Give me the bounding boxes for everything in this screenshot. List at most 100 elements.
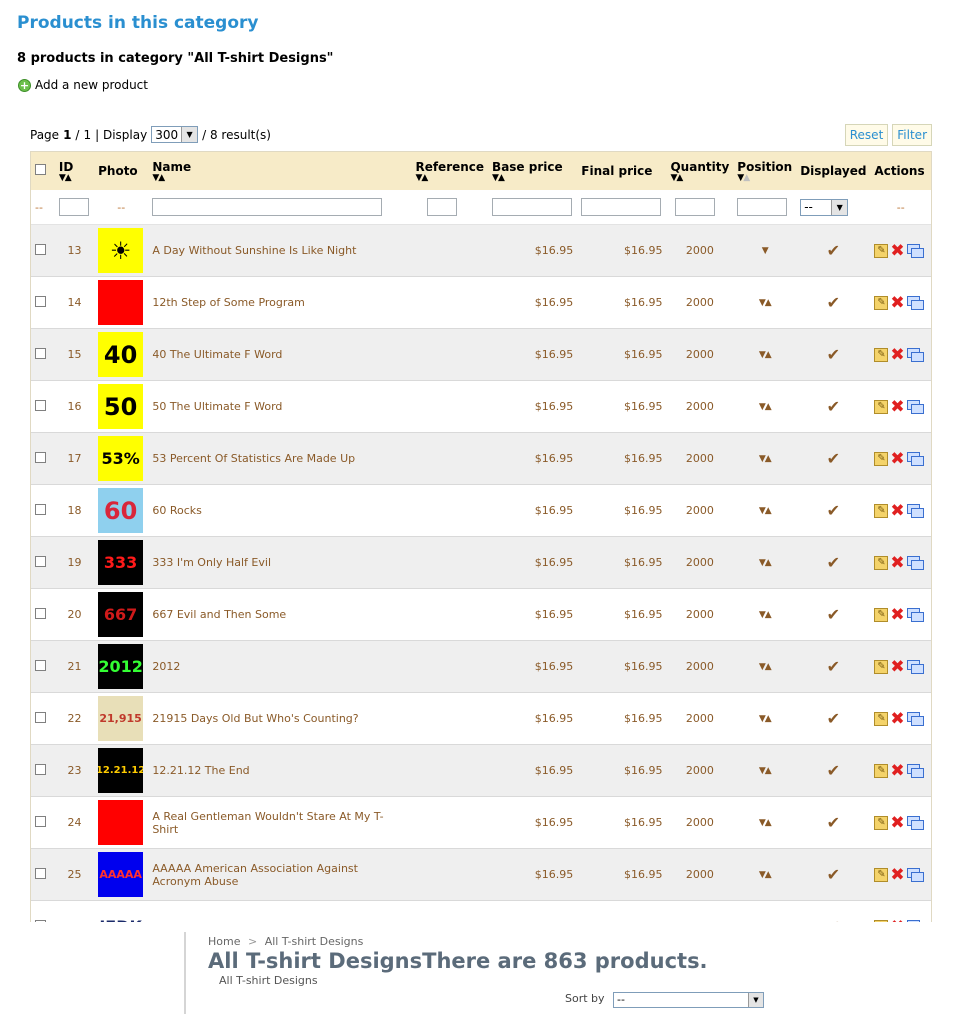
product-name[interactable]: 667 Evil and Then Some xyxy=(148,588,412,641)
displayed-check-icon[interactable]: ✔ xyxy=(796,640,871,693)
position-arrows[interactable]: ▼▲ xyxy=(733,432,797,485)
move-up-icon[interactable]: ▲ xyxy=(765,870,772,880)
displayed-check-icon[interactable]: ✔ xyxy=(796,484,871,537)
sort-icon[interactable]: ▼▲ xyxy=(670,173,729,183)
row-checkbox[interactable] xyxy=(35,867,46,879)
filter-displayed-select[interactable]: -- ▼ xyxy=(800,198,849,216)
displayed-check-icon[interactable]: ✔ xyxy=(796,796,871,849)
product-thumbnail[interactable]: 333 xyxy=(98,540,144,585)
filter-quantity-input[interactable] xyxy=(675,198,716,216)
product-thumbnail[interactable]: ☀ xyxy=(98,228,144,273)
position-arrows[interactable]: ▼▲ xyxy=(733,276,797,329)
product-thumbnail[interactable]: 21,915 xyxy=(98,696,144,741)
edit-icon[interactable]: ✎ xyxy=(874,711,889,726)
table-row[interactable]: 21 2012 2012 $16.95 $16.95 2000 ▼▲ ✔ ✎ ✖ xyxy=(31,640,931,693)
product-name[interactable]: A Real Gentleman Wouldn't Stare At My T-… xyxy=(148,796,412,849)
table-row[interactable]: 15 40 40 The Ultimate F Word $16.95 $16.95 20… xyxy=(31,328,931,381)
duplicate-icon[interactable] xyxy=(906,764,924,778)
position-arrows[interactable]: ▼▲ xyxy=(733,848,797,901)
move-up-icon[interactable]: ▲ xyxy=(765,454,772,464)
row-checkbox[interactable] xyxy=(35,815,46,827)
duplicate-icon[interactable] xyxy=(906,348,924,362)
product-name[interactable]: 333 I'm Only Half Evil xyxy=(148,536,412,589)
display-count-select[interactable]: 300 ▼ xyxy=(151,126,199,143)
move-up-icon[interactable]: ▲ xyxy=(765,350,772,360)
delete-icon[interactable]: ✖ xyxy=(890,242,904,259)
product-name[interactable]: 12th Step of Some Program xyxy=(148,276,412,329)
displayed-check-icon[interactable]: ✔ xyxy=(796,848,871,901)
displayed-check-icon[interactable]: ✔ xyxy=(796,224,871,277)
edit-icon[interactable]: ✎ xyxy=(874,295,889,310)
reset-button[interactable]: Reset xyxy=(844,124,889,146)
duplicate-icon[interactable] xyxy=(906,608,924,622)
table-row[interactable]: 24 A Real Gentleman Wouldn't Stare At My … xyxy=(31,796,931,849)
edit-icon[interactable]: ✎ xyxy=(874,399,889,414)
displayed-check-icon[interactable]: ✔ xyxy=(796,536,871,589)
row-checkbox[interactable] xyxy=(35,347,46,359)
move-down-icon[interactable]: ▼ xyxy=(762,246,769,256)
row-checkbox[interactable] xyxy=(35,607,46,619)
position-arrows[interactable]: ▼▲ xyxy=(733,692,797,745)
product-name[interactable]: 60 Rocks xyxy=(148,484,412,537)
filter-position-input[interactable] xyxy=(737,198,788,216)
duplicate-icon[interactable] xyxy=(906,712,924,726)
delete-icon[interactable]: ✖ xyxy=(890,658,904,675)
duplicate-icon[interactable] xyxy=(906,504,924,518)
product-name[interactable]: 53 Percent Of Statistics Are Made Up xyxy=(148,432,412,485)
delete-icon[interactable]: ✖ xyxy=(890,918,904,922)
duplicate-icon[interactable] xyxy=(906,868,924,882)
filter-name-input[interactable] xyxy=(152,198,383,216)
position-arrows[interactable]: ▼ xyxy=(733,224,797,277)
table-row[interactable]: 16 50 50 The Ultimate F Word $16.95 $16.95 20… xyxy=(31,380,931,433)
position-arrows[interactable]: ▼▲ xyxy=(733,640,797,693)
product-thumbnail[interactable]: 2012 xyxy=(98,644,144,689)
filter-id-input[interactable] xyxy=(58,198,89,216)
edit-icon[interactable]: ✎ xyxy=(874,347,889,362)
duplicate-icon[interactable] xyxy=(906,920,923,922)
column-position[interactable]: Position ▼▲ xyxy=(733,152,797,190)
displayed-check-icon[interactable]: ✔ xyxy=(796,276,871,329)
row-checkbox[interactable] xyxy=(35,503,46,515)
product-name[interactable]: 21915 Days Old But Who's Counting? xyxy=(148,692,412,745)
duplicate-icon[interactable] xyxy=(906,452,924,466)
delete-icon[interactable]: ✖ xyxy=(890,398,904,415)
displayed-check-icon[interactable]: ✔ xyxy=(796,380,871,433)
table-row[interactable]: 20 667 667 Evil and Then Some $16.95 $16.95 2… xyxy=(31,588,931,641)
delete-icon[interactable]: ✖ xyxy=(890,554,904,571)
move-up-icon[interactable]: ▲ xyxy=(765,298,772,308)
product-name[interactable]: 12.21.12 The End xyxy=(148,744,412,797)
delete-icon[interactable]: ✖ xyxy=(890,450,904,467)
product-name[interactable]: 40 The Ultimate F Word xyxy=(148,328,412,381)
edit-icon[interactable]: ✎ xyxy=(874,503,889,518)
table-row[interactable]: 13 ☀ A Day Without Sunshine Is Like Night $… xyxy=(31,224,931,277)
row-checkbox[interactable] xyxy=(35,711,46,723)
row-checkbox[interactable] xyxy=(35,659,46,671)
column-quantity[interactable]: Quantity ▼▲ xyxy=(666,152,734,190)
duplicate-icon[interactable] xyxy=(906,556,924,570)
table-row[interactable]: 19 333 333 I'm Only Half Evil $16.95 $16.95 2… xyxy=(31,536,931,589)
product-name[interactable]: 2012 xyxy=(148,640,412,693)
displayed-check-icon[interactable]: ✔ xyxy=(796,692,871,745)
table-row[interactable]: 17 53% 53 Percent Of Statistics Are Made U… xyxy=(31,432,931,485)
position-arrows[interactable]: ▼▲ xyxy=(733,536,797,589)
position-arrows[interactable]: ▼▲ xyxy=(733,328,797,381)
position-arrows[interactable]: ▼▲ xyxy=(733,796,797,849)
row-checkbox[interactable] xyxy=(35,919,46,922)
duplicate-icon[interactable] xyxy=(906,816,924,830)
column-name[interactable]: Name ▼▲ xyxy=(148,152,412,190)
row-checkbox[interactable] xyxy=(35,243,46,255)
product-thumbnail[interactable]: JFDK xyxy=(98,904,144,922)
row-checkbox[interactable] xyxy=(35,295,46,307)
row-checkbox[interactable] xyxy=(35,763,46,775)
move-up-icon[interactable]: ▲ xyxy=(765,662,772,672)
product-thumbnail[interactable] xyxy=(98,800,144,845)
filter-final-price-input[interactable] xyxy=(581,198,662,216)
edit-icon[interactable]: ✎ xyxy=(874,451,889,466)
move-up-icon[interactable]: ▲ xyxy=(765,922,772,923)
product-thumbnail[interactable]: 53% xyxy=(98,436,144,481)
sort-by-select[interactable]: -- ▼ xyxy=(613,992,764,1008)
edit-icon[interactable]: ✎ xyxy=(874,659,889,674)
move-up-icon[interactable]: ▲ xyxy=(765,818,772,828)
table-row[interactable]: 25 AAAAA AAAAA American Association Agains… xyxy=(31,848,931,901)
sort-icon[interactable]: ▼▲ xyxy=(492,173,573,183)
